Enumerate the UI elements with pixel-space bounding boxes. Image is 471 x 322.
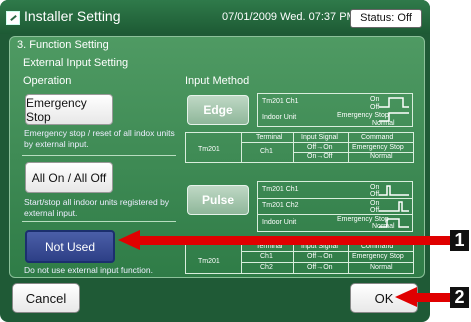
edge-col-command: Command	[361, 134, 394, 141]
edge-timing-diagram: Tm201 Ch1 Indoor Unit On Off Emergency S…	[257, 93, 413, 127]
input-method-label: Input Method	[185, 75, 250, 87]
pulse-method-button[interactable]: Pulse	[187, 185, 249, 215]
callout-arrow-2	[417, 293, 450, 302]
edge-command-1: Emergency Stop	[352, 144, 404, 151]
pulse-terminal: Tm201	[198, 258, 220, 265]
pulse-signal-1: Off→On	[307, 253, 333, 260]
pulse-wave-icon	[379, 185, 409, 228]
operation-label: Operation	[23, 75, 72, 87]
edge-col-input: Input Signal	[301, 134, 338, 141]
pulse-channel-1: Ch1	[260, 253, 273, 260]
callout-arrow-head-1	[118, 230, 140, 250]
callout-number-2: 2	[450, 287, 469, 308]
operation-divider	[22, 221, 176, 222]
pulse-signal-2: Off→On	[307, 264, 333, 271]
pulse-off-label: Off	[370, 191, 380, 198]
pulse-row-2: Tm201 Ch2	[262, 202, 299, 209]
edge-on-label: On	[370, 96, 380, 103]
section-title: 3. Function Setting	[17, 39, 109, 51]
callout-number-1: 1	[450, 230, 469, 251]
title-bar: Installer Setting 07/01/2009 Wed. 07:37 …	[0, 0, 430, 34]
screen-title: Installer Setting	[24, 8, 121, 24]
edge-col-terminal: Terminal	[256, 134, 283, 141]
edge-terminal: Tm201	[198, 146, 220, 153]
not-used-button[interactable]: Not Used	[25, 230, 115, 263]
edge-row-2: Indoor Unit	[262, 114, 297, 121]
settings-pencil-icon	[6, 11, 20, 25]
edge-method-button[interactable]: Edge	[187, 95, 249, 125]
pulse-row-3: Indoor Unit	[262, 219, 297, 226]
pulse-channel-2: Ch2	[260, 264, 273, 271]
all-on-off-button[interactable]: All On / All Off	[25, 162, 113, 193]
pulse-signal-table: Terminal Input Signal Command Tm201 Ch1 …	[185, 241, 414, 274]
callout-arrow-head-2	[395, 287, 417, 307]
not-used-description: Do not use external input function.	[24, 265, 153, 275]
pulse-timing-diagram: Tm201 Ch1 Tm201 Ch2 Indoor Unit On Off O…	[257, 181, 413, 232]
emergency-stop-description: Emergency stop / reset of all indox unit…	[24, 128, 175, 149]
cancel-button[interactable]: Cancel	[12, 283, 80, 313]
callout-arrow-1	[140, 236, 450, 245]
pulse-row-1: Tm201 Ch1	[262, 186, 299, 193]
edge-command-2: Normal	[370, 153, 393, 160]
operation-divider	[22, 155, 176, 156]
edge-signal-table: Terminal Input Signal Command Tm201 Ch1 …	[185, 132, 414, 163]
status-button[interactable]: Status: Off	[350, 9, 422, 28]
edge-signal-1: Off→On	[307, 144, 333, 151]
pulse-command-1: Emergency Stop	[352, 253, 404, 260]
edge-off-label: Off	[370, 104, 380, 111]
pulse-off-label-2: Off	[370, 207, 380, 214]
date-time: 07/01/2009 Wed. 07:37 PM	[222, 11, 356, 23]
installer-setting-screen: Installer Setting 07/01/2009 Wed. 07:37 …	[0, 0, 430, 322]
all-on-off-description: Start/stop all indoor units registered b…	[24, 197, 170, 218]
emergency-stop-button[interactable]: Emergency Stop	[25, 94, 113, 125]
subsection-title: External Input Setting	[23, 57, 129, 69]
edge-signal-2: On→Off	[307, 153, 333, 160]
edge-row-1: Tm201 Ch1	[262, 98, 299, 105]
edge-wave-icon	[379, 97, 409, 122]
edge-channel: Ch1	[260, 148, 273, 155]
pulse-command-2: Normal	[370, 264, 393, 271]
